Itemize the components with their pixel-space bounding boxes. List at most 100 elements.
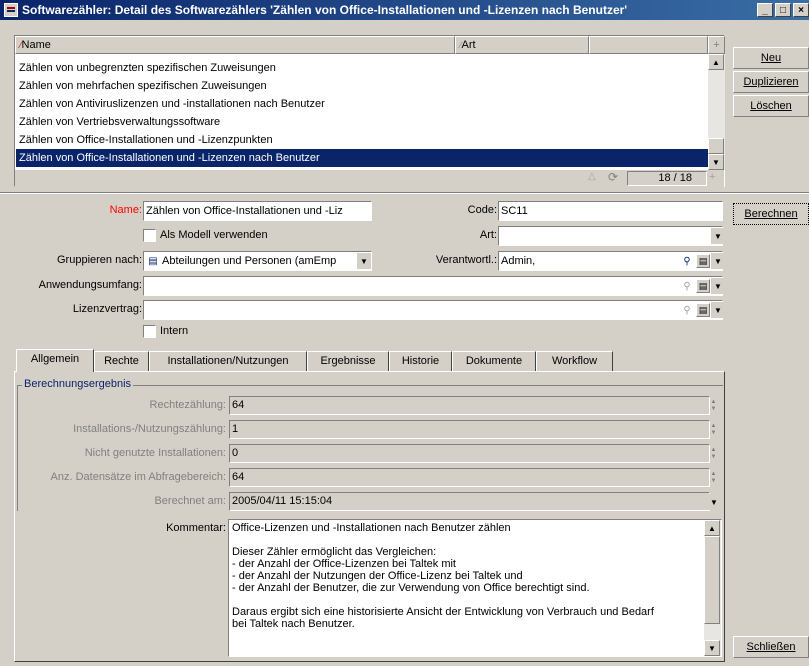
code-field[interactable]: SC11 [498, 201, 723, 221]
license-contract-field[interactable] [143, 300, 723, 320]
results-group-label: Berechnungsergebnis [22, 378, 134, 390]
tab-allgemein[interactable]: Allgemein [16, 349, 94, 372]
tab-historie[interactable]: Historie [389, 351, 452, 371]
column-header-name-label: Name [21, 39, 51, 51]
refresh-icon[interactable]: ⟳ [608, 170, 618, 184]
comment-label: Kommentar: [166, 522, 226, 534]
unused-installations-label: Nicht genutzte Installationen: [84, 447, 226, 459]
record-list[interactable]: ⁄Name ⁄Art + Zählen von unbegrenzten spe… [14, 35, 725, 188]
maximize-button[interactable]: □ [775, 3, 791, 17]
rights-count-field: 64 [229, 396, 710, 415]
tab-dokumente[interactable]: Dokumente [452, 351, 536, 371]
name-field[interactable]: Zählen von Office-Installationen und -Li… [143, 201, 372, 221]
details-icon[interactable]: ▤ [696, 254, 710, 268]
code-label: Code: [467, 204, 497, 216]
list-scrollbar[interactable]: ▲ ▼ [708, 54, 725, 170]
rights-count-label: Rechtezählung: [149, 399, 226, 411]
new-button[interactable]: Neu [733, 47, 809, 69]
calculate-button-label: Berechnen [744, 208, 798, 220]
model-checkbox-label: Als Modell verwenden [160, 229, 268, 241]
spin-icon: ▲ ▼ [710, 446, 717, 460]
scroll-down-icon[interactable]: ▼ [708, 154, 724, 170]
list-item-selected[interactable]: Zählen von Office-Installationen und -Li… [16, 149, 708, 167]
spin-icon: ▲ ▼ [710, 398, 717, 412]
scope-label: Anwendungsumfang: [38, 279, 142, 291]
type-select[interactable] [498, 226, 723, 246]
delete-button-label: Löschen [750, 100, 792, 112]
close-button[interactable]: × [793, 3, 809, 17]
license-contract-label: Lizenzvertrag: [72, 303, 142, 315]
model-checkbox[interactable] [143, 229, 156, 242]
duplicate-button-label: Duplizieren [743, 76, 799, 88]
comment-scrollbar[interactable]: ▲ ▼ [704, 520, 721, 656]
query-records-label: Anz. Datensätze im Abfragebereich: [50, 471, 226, 483]
search-icon[interactable]: ⚲ [680, 303, 694, 317]
details-icon[interactable]: ▤ [696, 303, 710, 317]
column-header-empty [589, 36, 708, 54]
scroll-down-icon[interactable]: ▼ [704, 640, 720, 656]
spin-icon: ▲ ▼ [710, 422, 717, 436]
calculated-at-field: 2005/04/11 15:15:04 [229, 492, 710, 511]
group-by-label: Gruppieren nach: [57, 254, 142, 266]
spin-icon: ▲ ▼ [710, 470, 717, 484]
name-label: Name: [109, 204, 142, 216]
scroll-up-icon[interactable]: ▲ [704, 520, 720, 536]
internal-checkbox[interactable] [143, 325, 156, 338]
minimize-button[interactable]: _ [757, 3, 773, 17]
delete-button[interactable]: Löschen [733, 95, 809, 117]
corner-add-icon: + [709, 171, 716, 183]
responsible-dropdown-icon[interactable]: ▼ [711, 253, 725, 269]
list-header: ⁄Name ⁄Art + [15, 36, 725, 54]
unused-installations-field: 0 [229, 444, 710, 463]
license-contract-dropdown-icon[interactable]: ▼ [711, 302, 725, 318]
details-icon[interactable]: ▤ [696, 279, 710, 293]
list-item[interactable]: Zählen von mehrfachen spezifischen Zuwei… [16, 77, 708, 95]
scroll-up-icon[interactable]: ▲ [708, 54, 724, 70]
query-records-field: 64 [229, 468, 710, 487]
search-icon[interactable]: ⚲ [680, 254, 694, 268]
duplicate-button[interactable]: Duplizieren [733, 71, 809, 93]
detail-window: Softwarezähler: Detail des Softwarezähle… [0, 0, 809, 666]
app-icon [4, 3, 18, 17]
calculated-at-dropdown-icon[interactable]: ▼ [707, 494, 721, 510]
tab-workflow[interactable]: Workflow [536, 351, 613, 371]
list-footer: △ ⟳ 18 / 18 + [15, 170, 724, 188]
type-dropdown-icon[interactable]: ▼ [711, 228, 725, 244]
column-header-name[interactable]: ⁄Name [15, 36, 455, 54]
table-icon: ▤ [148, 255, 158, 267]
scroll-thumb[interactable] [704, 536, 720, 624]
tab-rechte[interactable]: Rechte [94, 351, 149, 371]
list-item[interactable]: Zählen von Office-Installationen und -Li… [16, 131, 708, 149]
close-dialog-button-label: Schließen [746, 641, 796, 653]
group-by-select[interactable]: Abteilungen und Personen (amEmp [143, 251, 372, 271]
record-counter: 18 / 18 [627, 171, 707, 186]
list-item[interactable]: Zählen von unbegrenzten spezifischen Zuw… [16, 59, 708, 77]
column-header-art[interactable]: ⁄Art [455, 36, 589, 54]
close-dialog-button[interactable]: Schließen [733, 636, 809, 658]
add-column-icon[interactable]: + [708, 36, 725, 54]
internal-checkbox-label: Intern [160, 325, 189, 337]
column-header-art-label: Art [461, 39, 476, 51]
new-button-label: Neu [760, 52, 782, 64]
installation-count-field: 1 [229, 420, 710, 439]
scope-dropdown-icon[interactable]: ▼ [711, 278, 725, 294]
splitter[interactable] [0, 192, 809, 194]
calculate-button[interactable]: Berechnen [733, 203, 809, 225]
type-label: Art: [479, 229, 497, 241]
list-item[interactable]: Zählen von Antiviruslizenzen und -instal… [16, 95, 708, 113]
filter-icon[interactable]: △ [588, 171, 596, 182]
scroll-thumb[interactable] [708, 138, 724, 154]
title-bar[interactable]: Softwarezähler: Detail des Softwarezähle… [0, 0, 809, 20]
scope-field[interactable] [143, 276, 723, 296]
tab-ergebnisse[interactable]: Ergebnisse [307, 351, 389, 371]
list-rows: Zählen von unbegrenzten spezifischen Zuw… [16, 59, 708, 167]
responsible-label: Verantwortl.: [435, 254, 497, 266]
window-title: Softwarezähler: Detail des Softwarezähle… [22, 3, 628, 17]
installation-count-label: Installations-/Nutzungszählung: [73, 423, 226, 435]
search-icon[interactable]: ⚲ [680, 279, 694, 293]
list-item[interactable]: Zählen von Vertriebsverwaltungssoftware [16, 113, 708, 131]
tab-installationen[interactable]: Installationen/Nutzungen [149, 351, 307, 371]
comment-textarea[interactable]: Office-Lizenzen und -Installationen nach… [228, 519, 722, 657]
calculated-at-label: Berechnet am: [154, 495, 226, 507]
group-by-dropdown-icon[interactable]: ▼ [357, 253, 371, 269]
